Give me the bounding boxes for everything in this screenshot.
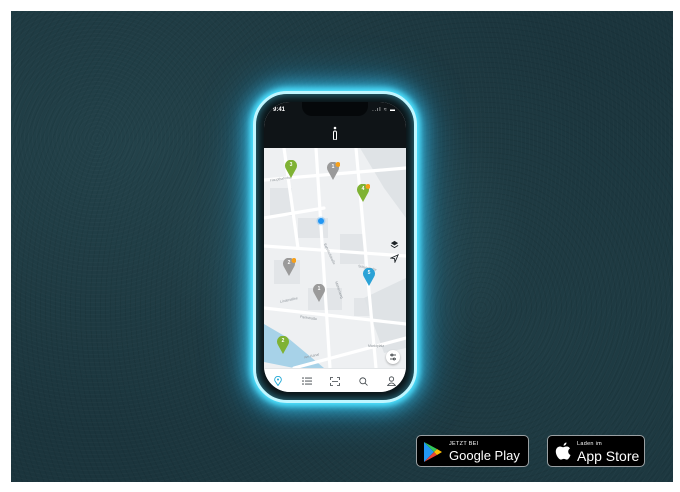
tab-scan[interactable] xyxy=(328,374,342,388)
list-icon xyxy=(301,377,312,385)
scan-icon xyxy=(330,376,340,386)
layers-button[interactable] xyxy=(388,238,400,250)
profile-icon xyxy=(387,376,397,386)
map-label: Marktplatz xyxy=(368,344,385,348)
app-header: 9:41 ..ıl ≈ ▬ xyxy=(264,102,406,148)
sliders-icon xyxy=(390,353,396,361)
filter-button[interactable] xyxy=(386,350,400,364)
tab-list[interactable] xyxy=(300,374,314,388)
map-pin-green[interactable]: 4 xyxy=(356,183,371,202)
phone-screen: 9:41 ..ıl ≈ ▬ Hauptbahnhof Bahnhofstraße… xyxy=(264,102,406,392)
bottom-tab-bar xyxy=(264,368,406,392)
apple-icon xyxy=(555,442,571,460)
map-pin-icon xyxy=(274,376,282,386)
background-scene: 9:41 ..ıl ≈ ▬ Hauptbahnhof Bahnhofstraße… xyxy=(11,11,673,482)
map-pin-grey[interactable]: 1 xyxy=(312,283,326,302)
map-pin-blue[interactable]: 5 xyxy=(362,267,376,286)
tab-map[interactable] xyxy=(271,374,285,388)
app-store-big-text: App Store xyxy=(577,448,640,464)
map-pin-green[interactable]: 2 xyxy=(276,335,290,354)
user-location-dot xyxy=(318,218,324,224)
tab-profile[interactable] xyxy=(385,374,399,388)
map-pin-grey[interactable]: 2 xyxy=(282,257,297,276)
app-store-small-text: Laden im xyxy=(577,441,603,447)
google-play-big-text: Google Play xyxy=(449,448,520,463)
status-time: 9:41 xyxy=(273,107,286,113)
app-store-badge[interactable]: Laden im App Store xyxy=(547,435,645,467)
google-play-small-text: JETZT BEI xyxy=(449,441,479,447)
map-pin-green[interactable]: 3 xyxy=(284,159,298,178)
info-button[interactable] xyxy=(327,125,343,141)
google-play-icon xyxy=(424,442,442,462)
phone-mockup: 9:41 ..ıl ≈ ▬ Hauptbahnhof Bahnhofstraße… xyxy=(253,91,417,403)
locate-button[interactable] xyxy=(388,252,400,264)
map-view[interactable]: Hauptbahnhof Bahnhofstraße Schulstraße M… xyxy=(264,148,406,368)
google-play-badge[interactable]: JETZT BEI Google Play xyxy=(416,435,529,467)
info-icon xyxy=(333,126,337,140)
tab-search[interactable] xyxy=(356,374,370,388)
phone-notch xyxy=(302,102,368,116)
map-pin-grey[interactable]: 1 xyxy=(326,161,341,180)
status-icons: ..ıl ≈ ▬ xyxy=(372,107,396,113)
navigation-arrow-icon xyxy=(389,253,399,263)
layers-icon xyxy=(390,240,398,248)
search-icon xyxy=(359,376,368,386)
